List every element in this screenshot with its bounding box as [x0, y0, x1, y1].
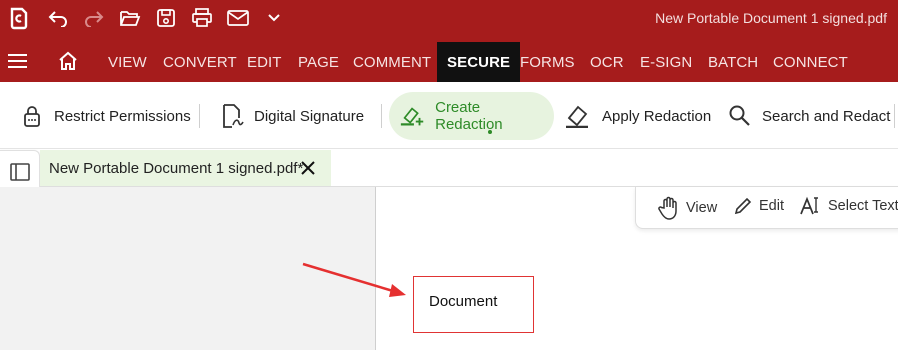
select-text-label: Select Text [828, 198, 898, 214]
menu-edit[interactable]: EDIT [247, 42, 282, 82]
toolbar-divider [894, 104, 895, 128]
document-tab[interactable]: New Portable Document 1 signed.pdf* [40, 150, 331, 186]
menu-connect[interactable]: CONNECT [773, 42, 848, 82]
menu-batch[interactable]: BATCH [708, 42, 758, 82]
text-cursor-icon [800, 196, 818, 215]
toolbar-divider [381, 104, 382, 128]
view-mode-toolbar: View Edit Select Text [635, 187, 898, 229]
apply-redaction-label: Apply Redaction [602, 107, 712, 125]
document-tab-label: New Portable Document 1 signed.pdf* [49, 159, 304, 177]
menu-convert[interactable]: CONVERT [163, 42, 237, 82]
search-and-redact-label: Search and Redact [762, 107, 891, 125]
workspace-background [0, 187, 376, 350]
eraser-icon [566, 105, 588, 128]
digital-signature-label: Digital Signature [254, 107, 365, 125]
menu-comment[interactable]: COMMENT [353, 42, 431, 82]
select-text-button[interactable]: Select Text [800, 196, 898, 216]
document-text: Document [429, 293, 498, 310]
menu-view[interactable]: VIEW [108, 42, 147, 82]
email-icon[interactable] [225, 5, 251, 31]
menu-bar: VIEW CONVERT EDIT PAGE COMMENT SECURE FO… [0, 37, 898, 82]
menu-forms[interactable]: FORMS [520, 42, 575, 82]
secure-toolbar: Restrict Permissions Digital Signature C… [0, 82, 898, 149]
search-icon [729, 105, 750, 126]
open-folder-icon[interactable] [117, 5, 143, 31]
padlock-icon [24, 106, 40, 127]
create-redaction-button[interactable]: Create Redaction [389, 92, 554, 140]
digital-signature-button[interactable]: Digital Signature [220, 92, 364, 140]
pencil-icon [734, 197, 752, 215]
window-title: New Portable Document 1 signed.pdf [655, 10, 887, 26]
apply-redaction-button[interactable]: Apply Redaction [564, 92, 711, 140]
restrict-permissions-label: Restrict Permissions [54, 107, 191, 125]
edit-mode-button[interactable]: Edit [733, 196, 784, 216]
toolbar-divider [199, 104, 200, 128]
print-icon[interactable] [189, 5, 215, 31]
title-bar: New Portable Document 1 signed.pdf [0, 0, 898, 37]
create-redaction-icon [400, 107, 424, 126]
edit-mode-label: Edit [759, 198, 784, 214]
menu-ocr[interactable]: OCR [590, 42, 624, 82]
panel-toggle-icon[interactable] [9, 161, 31, 183]
search-and-redact-button[interactable]: Search and Redact [728, 92, 890, 140]
restrict-permissions-button[interactable]: Restrict Permissions [20, 92, 191, 140]
hamburger-menu-icon[interactable] [8, 54, 27, 73]
redo-icon[interactable] [81, 5, 107, 31]
menu-page[interactable]: PAGE [298, 42, 339, 82]
chevron-down-icon[interactable] [261, 5, 287, 31]
signature-document-icon [223, 104, 244, 128]
create-redaction-label: Create Redaction [435, 99, 503, 133]
menu-esign[interactable]: E-SIGN [640, 42, 692, 82]
undo-icon[interactable] [45, 5, 71, 31]
app-logo-icon[interactable] [6, 5, 32, 31]
home-icon[interactable] [58, 51, 78, 75]
view-mode-label: View [686, 200, 718, 216]
close-icon[interactable] [298, 158, 318, 178]
menu-secure[interactable]: SECURE [437, 42, 521, 82]
active-tool-indicator [488, 130, 492, 134]
view-mode-button[interactable]: View [658, 196, 717, 220]
hand-icon [658, 196, 677, 220]
save-icon[interactable] [153, 5, 179, 31]
